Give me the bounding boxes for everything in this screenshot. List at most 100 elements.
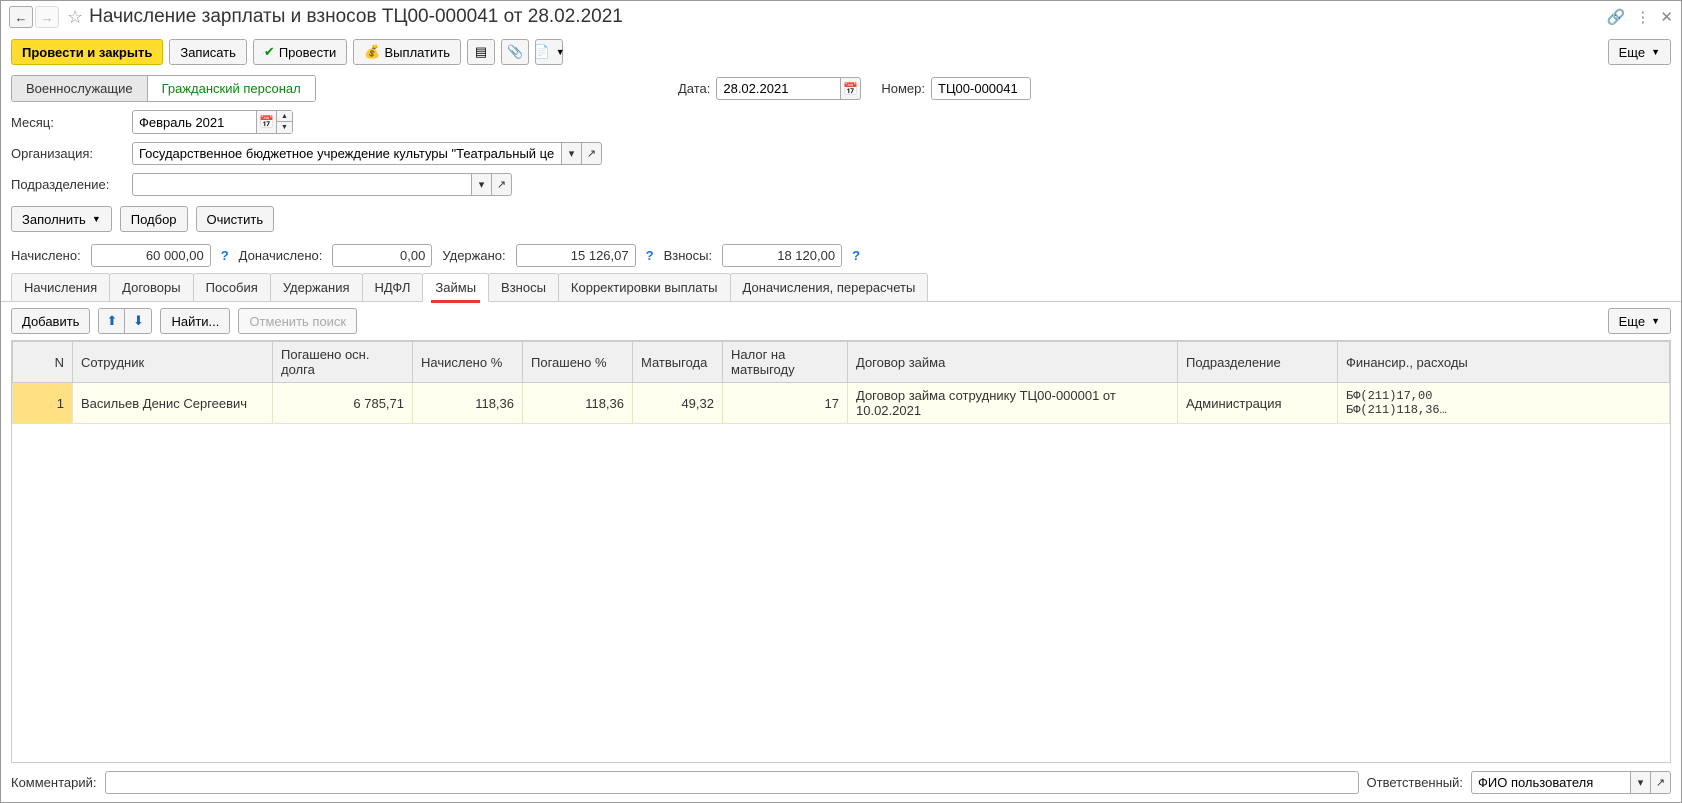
spinner-up[interactable]: ▲ (277, 111, 292, 122)
extra-label: Доначислено: (239, 248, 323, 263)
col-matbenefit[interactable]: Матвыгода (633, 342, 723, 383)
fill-button-label: Заполнить (22, 212, 86, 227)
cell-financing[interactable]: БФ(211)17,00 БФ(211)118,36… (1338, 383, 1670, 424)
cell-tax[interactable]: 17 (723, 383, 848, 424)
report-button[interactable]: ▤ (467, 39, 495, 65)
more-button[interactable]: Еще▼ (1608, 39, 1671, 65)
org-input[interactable] (139, 146, 555, 161)
nav-back-button[interactable]: ← (9, 6, 33, 28)
month-spinner[interactable]: ▲▼ (277, 110, 293, 134)
cell-employee[interactable]: Васильев Денис Сергеевич (73, 383, 273, 424)
arrow-up-icon: ⬆ (107, 313, 118, 329)
col-n[interactable]: N (13, 342, 73, 383)
save-button[interactable]: Записать (169, 39, 247, 65)
table-more-button[interactable]: Еще▼ (1608, 308, 1671, 334)
fill-button[interactable]: Заполнить▼ (11, 206, 112, 232)
pay-button-label: Выплатить (385, 45, 451, 60)
segment-civil[interactable]: Гражданский персонал (148, 76, 315, 101)
tab-deductions[interactable]: Удержания (270, 273, 363, 301)
help-icon[interactable]: ? (221, 248, 229, 263)
tab-contributions[interactable]: Взносы (488, 273, 559, 301)
date-input[interactable] (723, 81, 834, 96)
cell-interest-accrued[interactable]: 118,36 (413, 383, 523, 424)
cancel-search-button[interactable]: Отменить поиск (238, 308, 357, 334)
post-button-label: Провести (279, 45, 337, 60)
post-button[interactable]: ✔Провести (253, 39, 347, 65)
accrued-value: 60 000,00 (91, 244, 211, 267)
document-icon: 📄 (534, 44, 550, 60)
comment-input[interactable] (112, 775, 1352, 790)
col-contract[interactable]: Договор займа (848, 342, 1178, 383)
cell-interest-paid[interactable]: 118,36 (523, 383, 633, 424)
dept-open-button[interactable]: ↗ (492, 173, 512, 196)
tab-recalcs[interactable]: Доначисления, перерасчеты (730, 273, 929, 301)
spinner-down[interactable]: ▼ (277, 122, 292, 133)
help-icon[interactable]: ? (852, 248, 860, 263)
comment-label: Комментарий: (11, 775, 97, 790)
month-input[interactable] (139, 115, 250, 130)
close-icon[interactable]: ✕ (1660, 8, 1673, 26)
page-title: Начисление зарплаты и взносов ТЦ00-00004… (89, 6, 1607, 28)
favorite-icon[interactable]: ☆ (67, 7, 83, 28)
tab-loans[interactable]: Займы (422, 273, 489, 302)
move-up-button[interactable]: ⬆ (99, 309, 125, 333)
dept-input[interactable] (139, 177, 465, 192)
col-dept[interactable]: Подразделение (1178, 342, 1338, 383)
date-label: Дата: (678, 81, 710, 96)
cell-matbenefit[interactable]: 49,32 (633, 383, 723, 424)
responsible-dropdown-button[interactable]: ▾ (1631, 771, 1651, 794)
col-financing[interactable]: Финансир., расходы (1338, 342, 1670, 383)
tab-accruals[interactable]: Начисления (11, 273, 110, 301)
month-calendar-button[interactable]: 📅 (257, 110, 277, 134)
link-icon[interactable]: 🔗 (1607, 8, 1626, 26)
month-label: Месяц: (11, 115, 126, 130)
tab-benefits[interactable]: Пособия (193, 273, 271, 301)
personnel-type-segment: Военнослужащие Гражданский персонал (11, 75, 316, 102)
col-tax[interactable]: Налог на матвыгоду (723, 342, 848, 383)
cell-n[interactable]: 1 (13, 383, 73, 424)
table-header-row: N Сотрудник Погашено осн. долга Начислен… (13, 342, 1670, 383)
pick-button[interactable]: Подбор (120, 206, 188, 232)
tab-corrections[interactable]: Корректировки выплаты (558, 273, 731, 301)
move-down-button[interactable]: ⬇ (125, 309, 151, 333)
list-icon: ▤ (475, 44, 487, 60)
tab-contracts[interactable]: Договоры (109, 273, 193, 301)
responsible-input[interactable] (1478, 775, 1624, 790)
number-input[interactable] (938, 81, 1024, 96)
find-button[interactable]: Найти... (160, 308, 230, 334)
org-open-button[interactable]: ↗ (582, 142, 602, 165)
org-label: Организация: (11, 146, 126, 161)
financing-line: БФ(211)118,36… (1346, 403, 1661, 417)
col-principal[interactable]: Погашено осн. долга (273, 342, 413, 383)
nav-forward-button[interactable]: → (35, 6, 59, 28)
col-interest-accrued[interactable]: Начислено % (413, 342, 523, 383)
segment-military[interactable]: Военнослужащие (12, 76, 148, 101)
cell-contract[interactable]: Договор займа сотруднику ТЦ00-000001 от … (848, 383, 1178, 424)
calendar-button[interactable]: 📅 (841, 77, 861, 100)
post-and-close-button[interactable]: Провести и закрыть (11, 39, 163, 65)
cell-principal[interactable]: 6 785,71 (273, 383, 413, 424)
org-dropdown-button[interactable]: ▾ (562, 142, 582, 165)
col-interest-paid[interactable]: Погашено % (523, 342, 633, 383)
dept-dropdown-button[interactable]: ▾ (472, 173, 492, 196)
loans-table: N Сотрудник Погашено осн. долга Начислен… (11, 340, 1671, 763)
add-row-button[interactable]: Добавить (11, 308, 90, 334)
tab-ndfl[interactable]: НДФЛ (362, 273, 424, 301)
table-row[interactable]: 1 Васильев Денис Сергеевич 6 785,71 118,… (13, 383, 1670, 424)
main-toolbar: Провести и закрыть Записать ✔Провести 💰В… (1, 33, 1681, 71)
kebab-menu-icon[interactable]: ⋮ (1635, 8, 1650, 26)
clear-button[interactable]: Очистить (196, 206, 275, 232)
responsible-open-button[interactable]: ↗ (1651, 771, 1671, 794)
accrued-label: Начислено: (11, 248, 81, 263)
chevron-down-icon: ▼ (1651, 316, 1660, 326)
open-icon: ↗ (1656, 776, 1665, 789)
attach-button[interactable]: 📎 (501, 39, 529, 65)
chevron-down-icon: ▾ (1638, 776, 1644, 789)
help-icon[interactable]: ? (646, 248, 654, 263)
cell-dept[interactable]: Администрация (1178, 383, 1338, 424)
pay-button[interactable]: 💰Выплатить (353, 39, 461, 65)
open-icon: ↗ (587, 147, 596, 160)
col-employee[interactable]: Сотрудник (73, 342, 273, 383)
tabs: Начисления Договоры Пособия Удержания НД… (1, 273, 1681, 302)
print-button[interactable]: 📄▼ (535, 39, 563, 65)
